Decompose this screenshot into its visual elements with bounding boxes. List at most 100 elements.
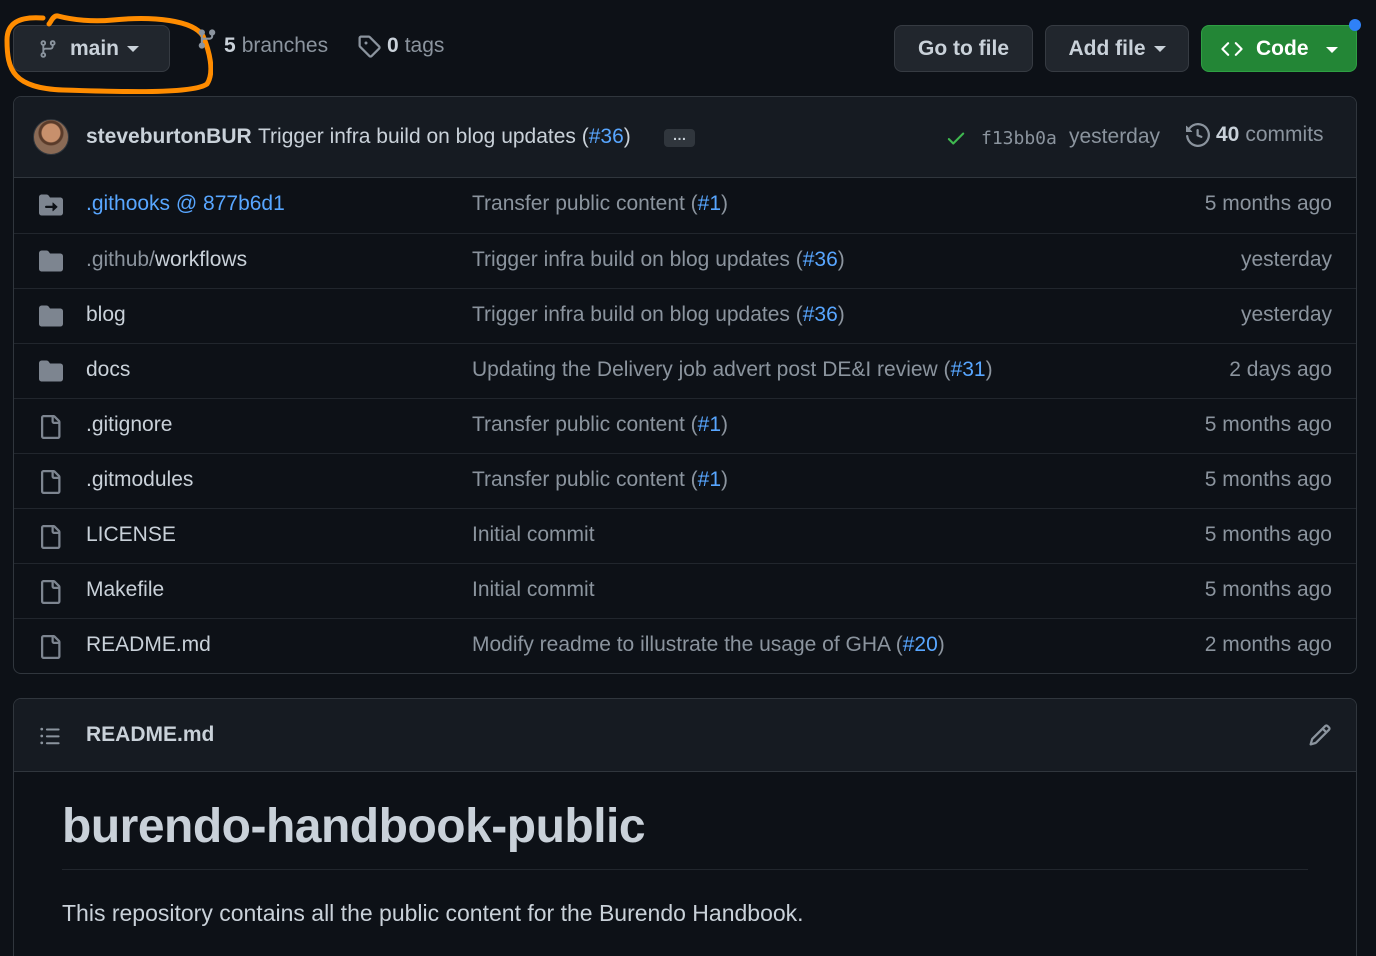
commit-sha[interactable]: f13bb0a xyxy=(981,128,1057,149)
commit-pr-link[interactable]: #1 xyxy=(698,468,721,491)
file-name-link[interactable]: README.md xyxy=(86,633,211,657)
add-file-button[interactable]: Add file xyxy=(1045,25,1189,72)
commit-message-text: Transfer public content ( xyxy=(472,468,698,491)
code-label: Code xyxy=(1256,36,1309,60)
commit-pr-link[interactable]: #31 xyxy=(951,358,986,381)
readme-title: burendo-handbook-public xyxy=(62,800,646,853)
file-row[interactable]: LICENSE Initial commit 5 months ago xyxy=(14,508,1356,563)
file-commit-age: 5 months ago xyxy=(1204,468,1332,491)
file-icon xyxy=(38,469,62,500)
commit-message-text: Modify readme to illustrate the usage of… xyxy=(472,633,903,656)
commit-message-end: ) xyxy=(937,633,945,656)
file-name-link[interactable]: .gitignore xyxy=(86,413,172,437)
file-commit-age: yesterday xyxy=(1240,248,1332,271)
code-button[interactable]: Code xyxy=(1201,25,1357,72)
file-name-link[interactable]: docs xyxy=(86,358,130,382)
file-name: .githooks @ 877b6d1 xyxy=(86,192,285,215)
commit-pr-link[interactable]: #1 xyxy=(698,192,721,215)
file-commit-message[interactable]: Trigger infra build on blog updates (#36… xyxy=(472,303,845,327)
commit-message-end: ) xyxy=(837,303,845,326)
readme-description: This repository contains all the public … xyxy=(62,900,804,926)
file-name-link[interactable]: Makefile xyxy=(86,578,164,602)
file-commit-message[interactable]: Modify readme to illustrate the usage of… xyxy=(472,633,945,657)
avatar[interactable] xyxy=(33,119,69,155)
file-commit-message[interactable]: Transfer public content (#1) xyxy=(472,413,728,437)
chevron-down-icon xyxy=(1153,45,1166,52)
file-list-box: steveburtonBUR Trigger infra build on bl… xyxy=(13,96,1357,674)
file-name-link[interactable]: blog xyxy=(86,303,126,327)
history-icon xyxy=(1186,123,1210,147)
commit-message[interactable]: Trigger infra build on blog updates (#36… xyxy=(258,125,631,149)
check-icon[interactable] xyxy=(945,127,967,149)
chevron-down-icon xyxy=(127,45,140,52)
file-row[interactable]: docs Updating the Delivery job advert pos… xyxy=(14,343,1356,398)
commit-pr-link[interactable]: #1 xyxy=(698,413,721,436)
file-commit-message[interactable]: Trigger infra build on blog updates (#36… xyxy=(472,248,845,272)
file-name-link[interactable]: LICENSE xyxy=(86,523,176,547)
commit-message-end: ) xyxy=(985,358,993,381)
branches-link[interactable]: 5 branches xyxy=(196,29,329,58)
file-commit-age: 5 months ago xyxy=(1204,192,1332,215)
file-row[interactable]: blog Trigger infra build on blog updates … xyxy=(14,288,1356,343)
file-commit-message[interactable]: Transfer public content (#1) xyxy=(472,468,728,492)
file-name-link[interactable]: .githooks @ 877b6d1 xyxy=(86,192,285,216)
file-name-link[interactable]: .gitmodules xyxy=(86,468,193,492)
branches-label: branches xyxy=(241,34,329,57)
file-row[interactable]: .github/workflows Trigger infra build on … xyxy=(14,233,1356,288)
git-branch-icon xyxy=(198,29,216,49)
go-to-file-button[interactable]: Go to file xyxy=(894,25,1033,72)
commit-pr-link[interactable]: #36 xyxy=(803,303,838,326)
commit-pr-link[interactable]: #36 xyxy=(589,125,624,148)
file-icon xyxy=(38,524,62,555)
commit-message-text: Trigger infra build on blog updates ( xyxy=(472,248,803,271)
commit-message-text: Initial commit xyxy=(472,523,595,546)
file-icon xyxy=(38,634,62,665)
file-row[interactable]: README.md Modify readme to illustrate the… xyxy=(14,618,1356,673)
commit-author[interactable]: steveburtonBUR xyxy=(86,125,252,149)
add-file-label: Add file xyxy=(1068,36,1146,60)
git-branch-icon xyxy=(40,39,56,58)
file-commit-message[interactable]: Transfer public content (#1) xyxy=(472,192,728,216)
file-commit-message[interactable]: Initial commit xyxy=(472,578,595,602)
branch-selector-button[interactable]: main xyxy=(13,25,170,72)
expand-commit-button[interactable]: … xyxy=(664,128,695,147)
commit-message-text: Trigger infra build on blog updates ( xyxy=(258,125,589,148)
file-commit-age: 2 days ago xyxy=(1229,358,1332,381)
file-name: .gitmodules xyxy=(86,468,194,491)
commits-history-link[interactable]: 40 commits xyxy=(1186,123,1324,147)
commit-message-end: ) xyxy=(721,413,729,436)
tags-label: tags xyxy=(404,34,445,57)
commit-message-end: ) xyxy=(721,192,729,215)
file-row[interactable]: Makefile Initial commit 5 months ago xyxy=(14,563,1356,618)
file-name-link[interactable]: .github/workflows xyxy=(86,248,247,272)
file-name: .gitignore xyxy=(86,413,173,436)
file-commit-message[interactable]: Updating the Delivery job advert post DE… xyxy=(472,358,993,382)
tags-link[interactable]: 0 tags xyxy=(357,34,444,58)
file-commit-age: 5 months ago xyxy=(1204,413,1332,436)
readme-box: README.md burendo-handbook-public This r… xyxy=(13,698,1357,956)
folder-icon xyxy=(38,359,64,388)
readme-label[interactable]: README.md xyxy=(86,723,214,747)
branch-name: main xyxy=(70,36,120,60)
commit-message-text: Transfer public content ( xyxy=(472,413,698,436)
commit-pr-link[interactable]: #36 xyxy=(803,248,838,271)
readme-header: README.md xyxy=(14,699,1356,772)
file-row[interactable]: .gitignore Transfer public content (#1) 5 … xyxy=(14,398,1356,453)
file-commit-age: yesterday xyxy=(1240,303,1332,326)
latest-commit-bar: steveburtonBUR Trigger infra build on bl… xyxy=(14,97,1356,178)
folder-icon xyxy=(38,249,64,278)
file-row[interactable]: .githooks @ 877b6d1 Transfer public conte… xyxy=(14,178,1356,233)
commit-message-text: Trigger infra build on blog updates ( xyxy=(472,303,803,326)
commit-pr-link[interactable]: #20 xyxy=(903,633,938,656)
commits-label: commits xyxy=(1245,123,1324,146)
file-row[interactable]: .gitmodules Transfer public content (#1) 5… xyxy=(14,453,1356,508)
chevron-down-icon xyxy=(1326,47,1338,53)
list-icon[interactable] xyxy=(38,725,62,747)
branches-count: 5 xyxy=(224,34,236,57)
file-icon xyxy=(38,579,62,610)
file-rows: .githooks @ 877b6d1 Transfer public conte… xyxy=(14,178,1356,673)
pencil-icon[interactable] xyxy=(1308,723,1332,747)
file-commit-age: 5 months ago xyxy=(1204,578,1332,601)
commit-message-text: Transfer public content ( xyxy=(472,192,698,215)
file-commit-message[interactable]: Initial commit xyxy=(472,523,595,547)
